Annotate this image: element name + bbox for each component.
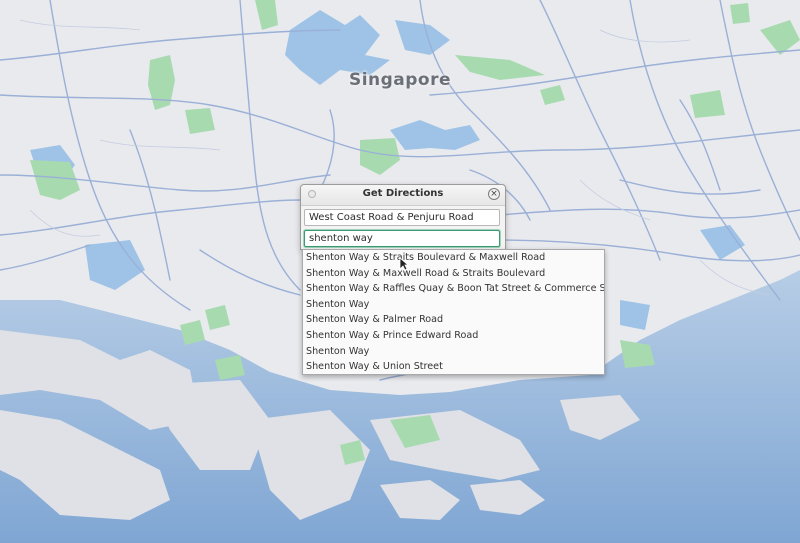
from-input[interactable] [304, 209, 500, 226]
close-icon[interactable]: × [488, 188, 500, 200]
mouse-cursor-icon [399, 257, 409, 271]
suggestion-item[interactable]: Shenton Way & Prince Edward Road [303, 328, 604, 344]
get-directions-dialog: Get Directions × [300, 184, 506, 250]
suggestion-item[interactable]: Shenton Way [303, 344, 604, 360]
suggestion-item[interactable]: Shenton Way & Straits Boulevard & Maxwel… [303, 250, 604, 266]
suggestion-item[interactable]: Shenton Way & Palmer Road [303, 312, 604, 328]
dialog-titlebar[interactable]: Get Directions × [301, 185, 505, 206]
dialog-title: Get Directions [362, 188, 444, 199]
suggestion-item[interactable]: Shenton Way & Union Street [303, 359, 604, 375]
suggestions-dropdown: Shenton Way & Straits Boulevard & Maxwel… [302, 249, 605, 375]
suggestion-item[interactable]: Shenton Way & Raffles Quay & Boon Tat St… [303, 281, 604, 297]
suggestion-item[interactable]: Shenton Way [303, 297, 604, 313]
city-label: Singapore [348, 70, 452, 90]
suggestion-item[interactable]: Shenton Way & Maxwell Road & Straits Bou… [303, 266, 604, 282]
to-input[interactable] [304, 230, 500, 247]
